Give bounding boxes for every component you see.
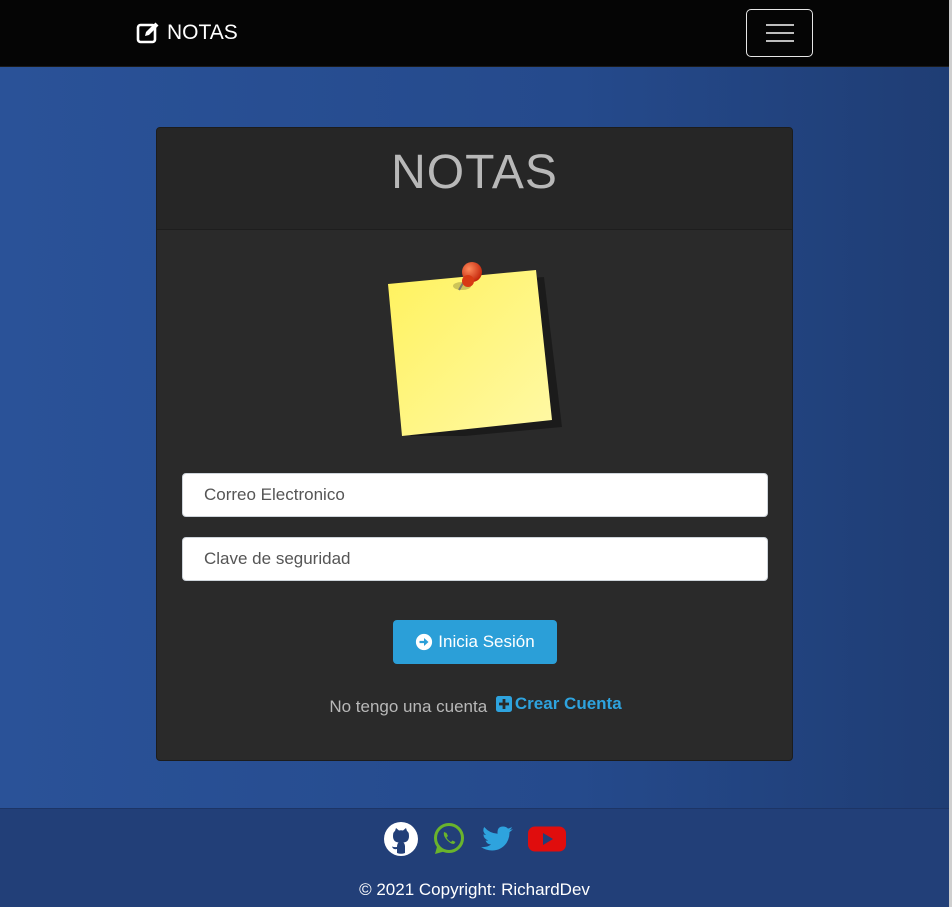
hamburger-icon — [765, 24, 794, 26]
footer: © 2021 Copyright: RichardDev — [0, 808, 949, 907]
github-link[interactable] — [383, 822, 418, 856]
twitter-link[interactable] — [480, 822, 514, 856]
copyright-text: © 2021 Copyright: RichardDev — [359, 880, 590, 899]
card-header: NOTAS — [157, 128, 792, 230]
login-button[interactable]: Inicia Sesión — [393, 620, 557, 664]
youtube-link[interactable] — [527, 822, 566, 856]
sticky-note-image — [382, 256, 562, 441]
menu-toggle-button[interactable] — [746, 9, 813, 57]
brand-label: NOTAS — [167, 21, 238, 44]
twitter-icon — [480, 826, 513, 851]
hamburger-icon-line — [765, 32, 794, 34]
register-prompt: No tengo una cuenta — [329, 697, 488, 716]
card-title: NOTAS — [391, 146, 558, 199]
plus-square-icon — [495, 696, 512, 712]
password-field[interactable] — [182, 537, 768, 581]
hamburger-icon-line — [765, 40, 794, 42]
whatsapp-link[interactable] — [432, 822, 466, 856]
create-account-link[interactable]: Crear Cuenta — [492, 694, 622, 714]
brand-link[interactable]: NOTAS — [136, 20, 238, 46]
create-account-label: Crear Cuenta — [514, 694, 622, 713]
login-button-label: Inicia Sesión — [438, 632, 535, 651]
whatsapp-icon — [433, 823, 464, 854]
youtube-icon — [527, 826, 566, 852]
arrow-circle-right-icon — [416, 633, 433, 651]
github-icon — [383, 822, 418, 856]
navbar: NOTAS — [0, 0, 949, 67]
social-links — [0, 822, 949, 856]
email-field[interactable] — [182, 473, 768, 517]
login-card: NOTAS Correo Electronico Inicia Sesión N… — [156, 127, 793, 761]
register-row: No tengo una cuenta Crear Cuenta — [157, 694, 794, 717]
edit-icon — [136, 22, 159, 44]
